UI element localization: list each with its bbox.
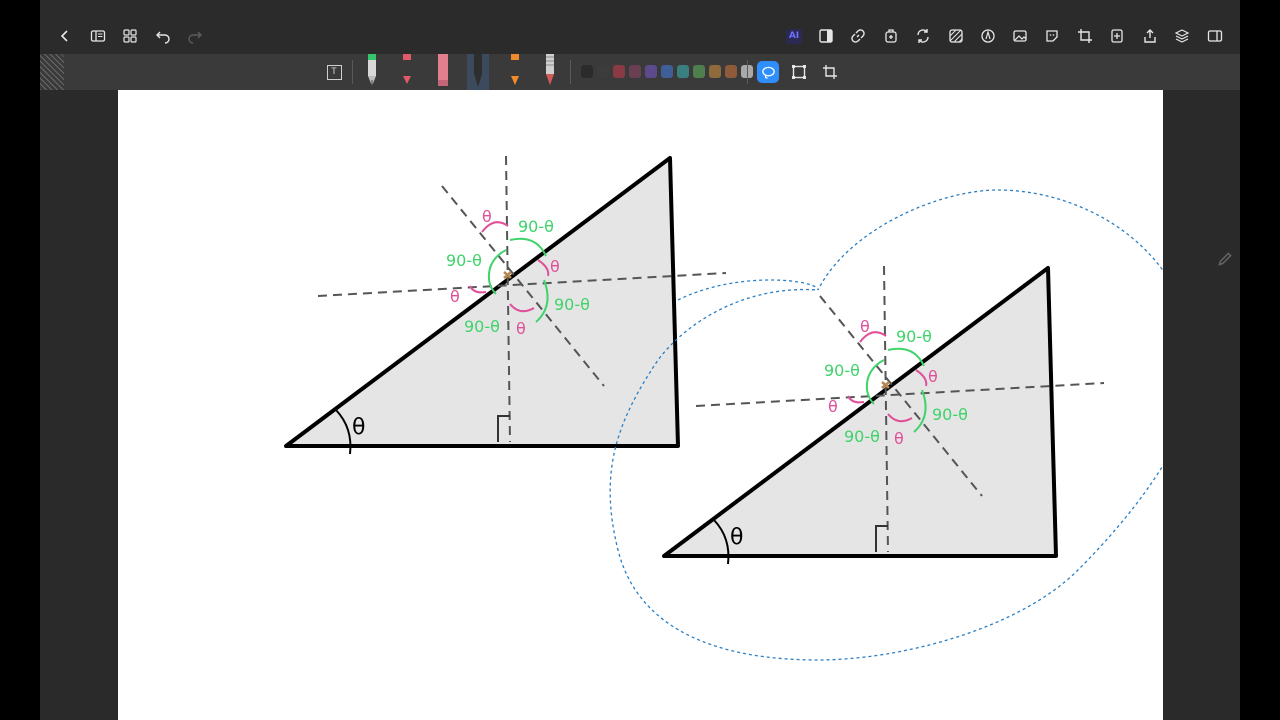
theta-label: θ [928,367,938,386]
color-swatch[interactable] [613,65,625,78]
crop-tool-icon [823,65,837,79]
theta-label: θ [894,429,904,448]
color-swatch[interactable] [661,65,673,78]
theta-label: θ [450,287,460,306]
toolbar-divider [570,60,571,84]
sidebar-icon[interactable] [87,25,109,47]
complement-label: 90-θ [464,317,500,336]
color-swatch[interactable] [645,65,657,78]
refresh-icon[interactable] [912,25,934,47]
highlighter-icon[interactable] [432,54,454,90]
lasso-icon [761,66,775,79]
base-angle-label: θ [352,415,365,440]
drawing-toolbar: T [40,54,1240,90]
crop-tool-button[interactable] [819,61,841,83]
split-view-icon[interactable] [1204,25,1226,47]
triangle-drawing-2 [662,264,1106,566]
note-canvas[interactable]: θ θ 90-θ 90-θ θ θ 90-θ 90-θ θ θ θ 90-θ 9… [118,90,1163,720]
color-swatch[interactable] [597,65,609,78]
add-page-icon[interactable] [880,25,902,47]
image-icon[interactable] [1009,25,1031,47]
complement-label: 90-θ [824,361,860,380]
complement-label: 90-θ [446,251,482,270]
grid-icon[interactable] [119,25,141,47]
color-swatch[interactable] [677,65,689,78]
color-swatch[interactable] [709,65,721,78]
panel-toggle-icon[interactable] [815,25,837,47]
pattern-icon[interactable] [945,25,967,47]
pen-circle-icon[interactable] [977,25,999,47]
crop-icon[interactable] [1074,25,1096,47]
color-swatch[interactable] [629,65,641,78]
back-chevron-icon[interactable] [54,25,76,47]
sticker-icon[interactable] [1041,25,1063,47]
share-icon[interactable] [1139,25,1161,47]
theta-label: θ [828,397,838,416]
drawing-layer: θ θ 90-θ 90-θ θ θ 90-θ 90-θ θ θ θ 90-θ 9… [284,154,1163,661]
toolbar-grip[interactable] [40,54,64,90]
marker-icon[interactable] [504,54,526,90]
layers-icon[interactable] [1171,25,1193,47]
ballpoint-pen-icon[interactable] [396,54,418,90]
theta-label: θ [550,257,560,276]
undo-icon[interactable] [152,25,174,47]
color-swatch[interactable] [581,65,593,78]
color-swatch[interactable] [693,65,705,78]
complement-label: 90-θ [896,327,932,346]
ai-icon[interactable]: AI [783,25,805,47]
rectangle-select-icon [792,65,806,79]
ai-label: AI [786,28,802,44]
text-tool-icon[interactable]: T [323,61,345,83]
pencil-icon[interactable] [539,54,561,90]
pencil-icon[interactable] [1216,250,1240,276]
top-bar: AI [40,0,1240,54]
base-angle-label: θ [730,525,743,550]
new-page-icon[interactable] [1106,25,1128,47]
rectangle-select-button[interactable] [788,61,810,83]
theta-label: θ [860,317,870,336]
complement-label: 90-θ [554,295,590,314]
toolbar-divider [352,60,353,84]
link-icon[interactable] [847,25,869,47]
theta-label: θ [482,207,492,226]
theta-label: θ [516,319,526,338]
complement-label: 90-θ [518,217,554,236]
brush-pen-icon[interactable] [467,54,489,90]
complement-label: 90-θ [844,427,880,446]
text-tool-label: T [326,64,342,80]
triangle-drawing-1 [284,154,728,456]
toolbar-divider [747,60,748,84]
app-window: AI T θ θ 90-θ 90-θ θ θ 90-θ 90-θ θ θ θ 9… [40,0,1240,720]
redo-icon[interactable] [184,25,206,47]
fountain-pen-icon[interactable] [361,54,383,90]
color-swatch[interactable] [725,65,737,78]
complement-label: 90-θ [932,405,968,424]
lasso-tool-button[interactable] [757,61,779,83]
